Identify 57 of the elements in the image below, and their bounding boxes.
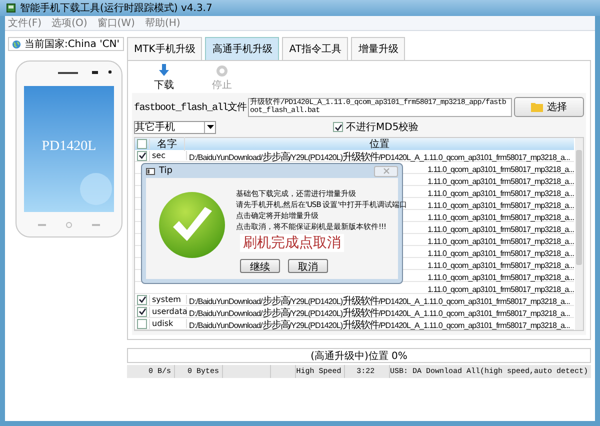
table-cell-text: 1.11.0_qcom_ap3101_frm58017_mp3218_a... [428,200,574,210]
tab[interactable]: 高通手机升级 [205,37,280,60]
table-cell-text: 1.11.0_qcom_ap3101_frm58017_mp3218_a... [428,164,574,174]
row-checkbox[interactable] [137,318,147,328]
menu-item[interactable]: 窗口(W) [97,16,135,30]
dropdown-arrow-icon [206,125,214,129]
md5-label: 不进行MD5校验 [346,120,419,134]
folder-icon [531,102,543,112]
dialog-button[interactable]: 继续 [240,259,280,273]
annotation-text: 刷机完成点取消 [240,234,344,252]
dialog-button[interactable]: 取消 [288,259,328,273]
table-cell-text: D:/BaiduYunDownload/步步高/Y29L(PD1420L)升级软件/PD1420L_A_1.11.0_qcom_ap3101_frm58017_mp3218_a... [189,150,570,162]
progress-label: (高通升级中)位置 0% [310,350,408,362]
dialog-title: Tip [159,166,172,176]
down-arrow-icon [158,64,170,77]
table-cell-text: 1.11.0_qcom_ap3101_frm58017_mp3218_a... [428,260,574,270]
window-title: 智能手机下载工具(运行时跟踪模式) v4.3.7 [20,2,212,15]
row-checkbox[interactable] [137,306,147,316]
globe-icon [12,40,22,48]
stop-icon [216,64,228,76]
table-cell-text: 1.11.0_qcom_ap3101_frm58017_mp3218_a... [428,188,574,198]
row-checkbox[interactable] [137,150,147,160]
md5-checkbox[interactable] [333,122,343,132]
file-label: fastboot_flash_all文件 [134,100,246,114]
row-checkbox[interactable] [137,294,147,304]
table-cell-text: 1.11.0_qcom_ap3101_frm58017_mp3218_a... [428,272,574,282]
tab[interactable]: AT指令工具 [282,37,348,60]
tab[interactable]: MTK手机升级 [127,37,202,60]
table-cell: udisk [152,319,174,328]
menu-item[interactable]: 帮助(H) [144,16,180,30]
table-cell-text: D:/BaiduYunDownload/步步高/Y29L(PD1420L)升级软件/PD1420L_A_1.11.0_qcom_ap3101_frm58017_mp3218_a... [189,318,570,330]
table-cell-text: 1.11.0_qcom_ap3101_frm58017_mp3218_a... [428,284,574,294]
table-cell-text: 1.11.0_qcom_ap3101_frm58017_mp3218_a... [428,176,574,186]
scrollbar[interactable] [575,138,583,330]
table-cell-text: 1.11.0_qcom_ap3101_frm58017_mp3218_a... [428,248,574,258]
phone-model-label: PD1420L [40,139,98,155]
table-cell-text: D:/BaiduYunDownload/步步高/Y29L(PD1420L)升级软件/PD1420L_A_1.11.0_qcom_ap3101_frm58017_mp3218_a... [189,306,570,318]
table-cell: userdata [152,307,188,316]
column-header[interactable]: 位置 [185,138,574,150]
table-cell: sec [152,151,166,160]
download-button[interactable]: 下载 [150,64,178,92]
table-cell-text: D:/BaiduYunDownload/步步高/Y29L(PD1420L)升级软件/PD1420L_A_1.11.0_qcom_ap3101_frm58017_mp3218_a... [189,294,570,306]
table-cell-text: 1.11.0_qcom_ap3101_frm58017_mp3218_a... [428,212,574,222]
column-header[interactable]: 名字 [150,137,185,151]
table-cell-text: 1.11.0_qcom_ap3101_frm58017_mp3218_a... [428,224,574,234]
tab[interactable]: 增量升级 [351,37,406,60]
menu-item[interactable]: 文件(F) [8,16,42,30]
close-icon [382,168,390,174]
table-cell: system [152,295,181,304]
select-all-checkbox[interactable] [137,139,147,149]
country-label: 当前国家:China 'CN' [8,37,124,51]
table-cell-text: 1.11.0_qcom_ap3101_frm58017_mp3218_a... [428,236,574,246]
app-icon [6,3,16,13]
phone-type-dropdown[interactable]: 其它手机 [134,120,216,134]
choose-button[interactable]: 选择 [514,97,584,117]
window-icon [146,168,155,174]
menu-item[interactable]: 选项(O) [52,16,88,30]
